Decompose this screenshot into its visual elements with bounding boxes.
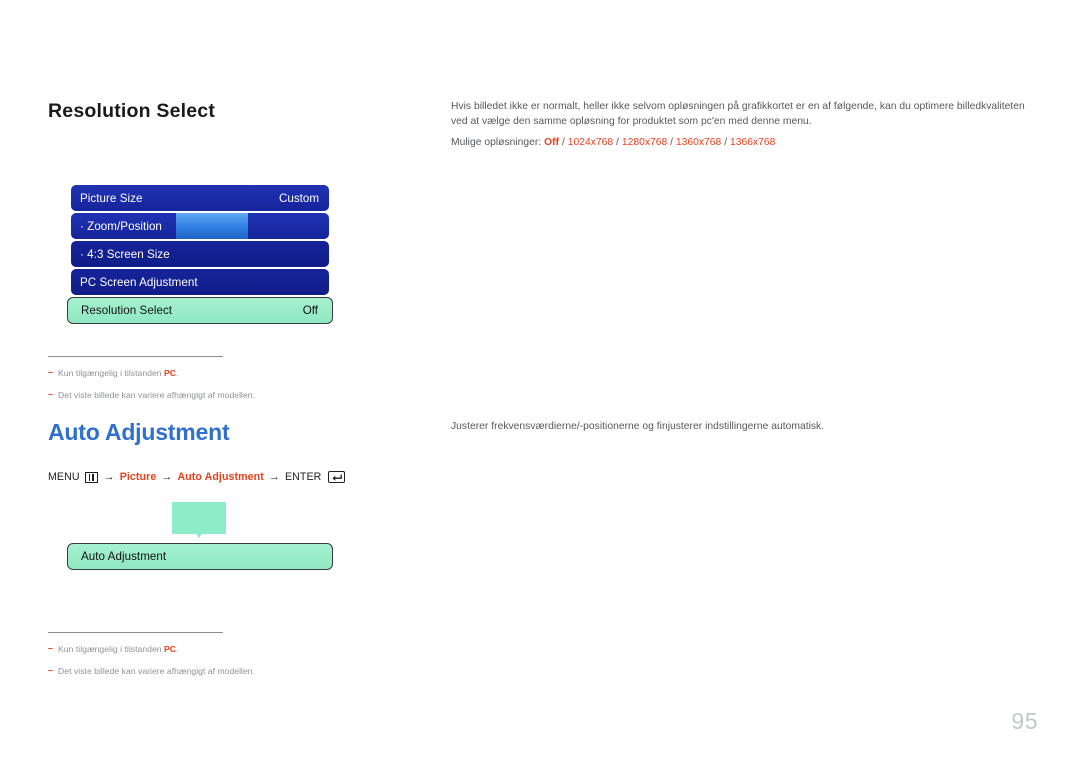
footnote-text: Det viste billede kan variere afhængigt … <box>58 390 255 400</box>
description-line: ved at vælge den samme opløsning for pro… <box>451 115 812 127</box>
osd-slider-indicator[interactable] <box>176 213 248 239</box>
arrow-icon: → <box>103 471 115 483</box>
description-line: Justerer frekvensværdierne/-positionerne… <box>451 421 825 432</box>
option-separator: / <box>561 137 565 148</box>
footnote-divider <box>48 632 223 633</box>
footnote-item: – Kun tilgængelig i tilstanden PC. <box>48 367 255 379</box>
footnote-dash: – <box>48 389 54 399</box>
resolution-option-off: Off <box>544 137 560 148</box>
osd-row-picture-size[interactable]: Picture Size Custom <box>71 185 329 211</box>
osd-menu-resolution-select: Picture Size Custom · Zoom/Position · 4:… <box>67 185 333 326</box>
osd-menu-auto-adjustment: Auto Adjustment <box>67 502 333 574</box>
osd-row-label: Auto Adjustment <box>81 550 167 563</box>
osd-row-value: Custom <box>279 191 319 205</box>
footnote-item: – Det viste billede kan variere afhængig… <box>48 665 255 677</box>
osd-row-zoom-position[interactable]: · Zoom/Position <box>71 213 329 239</box>
page-title: Resolution Select <box>48 100 216 122</box>
osd-row-auto-adjustment-selected[interactable]: Auto Adjustment <box>67 543 333 570</box>
resolution-option-1024x768: 1024x768 <box>567 137 614 148</box>
section-title-auto-adjustment: Auto Adjustment <box>48 419 230 445</box>
osd-row-label: Resolution Select <box>81 304 173 317</box>
resolution-option-1280x768: 1280x768 <box>621 137 668 148</box>
description-line: Hvis billedet ikke er normalt, heller ik… <box>451 101 1025 112</box>
footnote-item: – Kun tilgængelig i tilstanden PC. <box>48 643 255 655</box>
resolution-option-1366x768: 1366x768 <box>729 137 776 148</box>
menu-path-enter-label: ENTER <box>284 471 322 483</box>
osd-row-label: PC Screen Adjustment <box>80 275 198 289</box>
osd-row-value: Off <box>302 304 318 317</box>
osd-row-label: Picture Size <box>80 191 143 205</box>
resolution-options-line: Mulige opløsninger: Off / 1024x768 / 128… <box>451 136 1041 151</box>
footnote-dash: – <box>48 367 54 377</box>
footnote-text: Det viste billede kan variere afhængigt … <box>58 666 255 676</box>
arrow-icon: → <box>268 471 280 483</box>
footnote-item: – Det viste billede kan variere afhængig… <box>48 389 255 401</box>
footnote-dash: – <box>48 643 54 653</box>
osd-row-pc-screen-adjustment[interactable]: PC Screen Adjustment <box>71 269 329 295</box>
footnote-highlight: PC <box>164 644 177 654</box>
menu-path-step-auto-adjustment[interactable]: Auto Adjustment <box>177 471 263 483</box>
description-auto-adjustment: Justerer frekvensværdierne/-positionerne… <box>451 420 1041 435</box>
enter-key-icon <box>328 471 346 483</box>
osd-row-43-screen-size[interactable]: · 4:3 Screen Size <box>71 241 329 267</box>
menu-path-breadcrumb: MENU → Picture → Auto Adjustment → ENTER <box>48 471 346 483</box>
page-number: 95 <box>1011 708 1038 734</box>
osd-row-resolution-select-selected[interactable]: Resolution Select Off <box>67 297 333 324</box>
document-page: Resolution Select Picture Size Custom · … <box>0 0 1080 763</box>
description-resolution-select: Hvis billedet ikke er normalt, heller ik… <box>451 100 1041 129</box>
footnotes-resolution-select: – Kun tilgængelig i tilstanden PC. – Det… <box>48 356 255 412</box>
footnotes-auto-adjustment: – Kun tilgængelig i tilstanden PC. – Det… <box>48 632 255 688</box>
menu-path-menu-label: MENU <box>48 471 80 483</box>
footnote-divider <box>48 356 223 357</box>
footnote-text: Kun tilgængelig i tilstanden PC. <box>58 644 179 654</box>
osd-callout-bubble <box>172 502 226 534</box>
option-separator: / <box>616 137 619 148</box>
option-separator: / <box>724 137 728 148</box>
footnote-text: Kun tilgængelig i tilstanden PC. <box>58 368 179 378</box>
osd-row-label: · Zoom/Position <box>80 219 162 233</box>
footnote-dash: – <box>48 665 54 675</box>
footnote-highlight: PC <box>164 368 177 378</box>
resolution-options-label: Mulige opløsninger: <box>451 137 542 148</box>
menu-bars-icon <box>84 471 98 483</box>
osd-row-label: · 4:3 Screen Size <box>80 247 170 261</box>
arrow-icon: → <box>161 471 173 483</box>
option-separator: / <box>670 137 674 148</box>
resolution-option-1360x768: 1360x768 <box>675 137 722 148</box>
menu-path-step-picture[interactable]: Picture <box>120 471 157 483</box>
